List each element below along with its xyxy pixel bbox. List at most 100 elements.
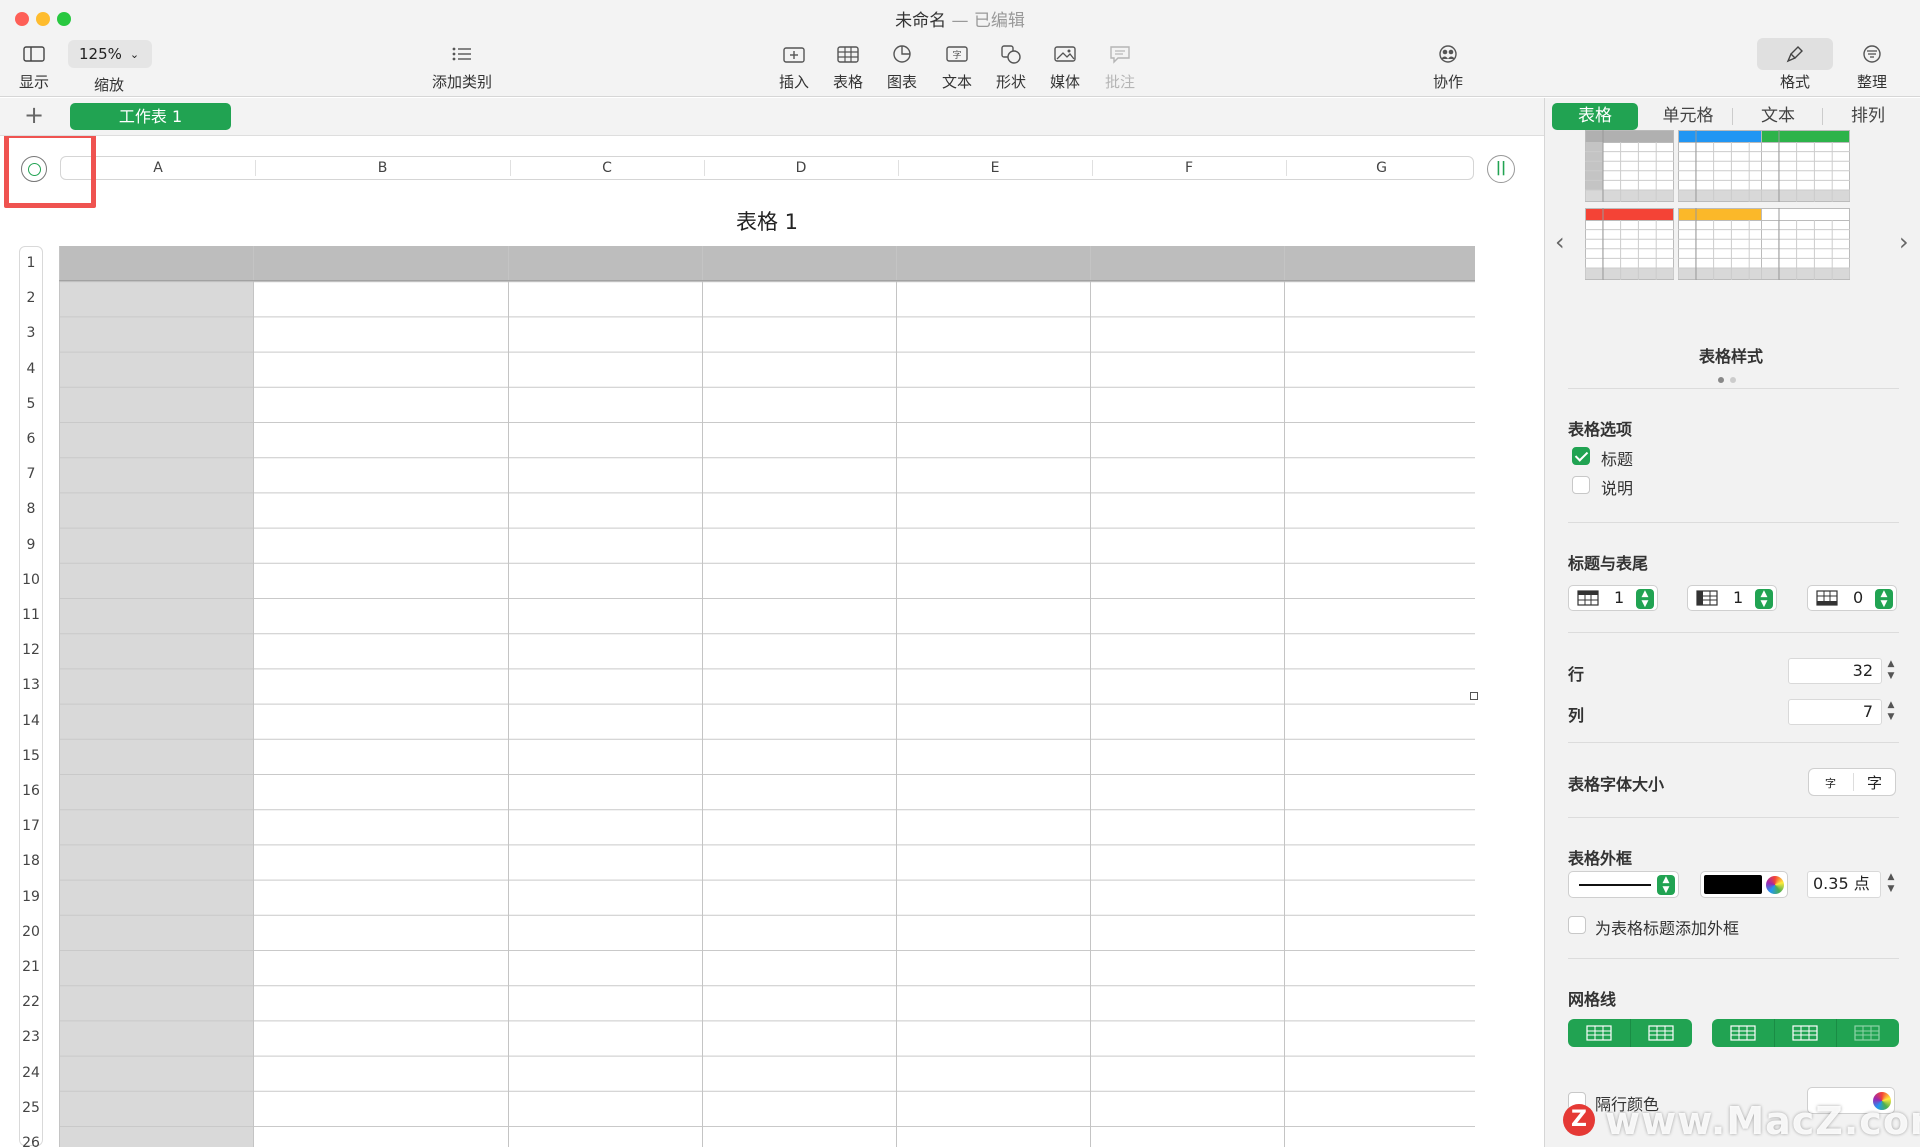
row-header-20[interactable]: 20 [20,924,42,940]
document-name: 未命名 [895,11,947,31]
column-header-f[interactable]: F [1092,157,1286,179]
row-header-6[interactable]: 6 [20,431,42,447]
header-cols-stepper[interactable]: 1 ▲ ▼ [1687,585,1777,611]
tab-table[interactable]: 表格 [1552,103,1638,130]
table-title[interactable]: 表格 1 [60,206,1474,236]
table-style-thumbnail[interactable] [1585,130,1674,202]
tab-cell[interactable]: 单元格 [1645,103,1731,130]
row-header-25[interactable]: 25 [20,1100,42,1116]
row-header-15[interactable]: 15 [20,748,42,764]
row-header-17[interactable]: 17 [20,818,42,834]
divider [1568,388,1899,389]
add-sheet-button[interactable]: + [24,100,44,130]
row-header-9[interactable]: 9 [20,537,42,553]
tab-text[interactable]: 文本 [1735,103,1821,130]
footer-rows-stepper[interactable]: 0 ▲ ▼ [1807,585,1897,611]
row-header-10[interactable]: 10 [20,572,42,588]
row-header-26[interactable]: 26 [20,1135,42,1147]
gridlines-title: 网格线 [1568,990,1617,1009]
spreadsheet-canvas[interactable]: ABCDEFG || 表格 1 1 2 3 4 5 6 7 8 9 10 11 12 13 14 15 16 1… [0,136,1544,1147]
caption-checkbox[interactable] [1572,476,1590,494]
line-style-select[interactable]: ▲ ▼ [1568,871,1679,898]
footer-gridlines-icon[interactable] [1854,1025,1880,1045]
increase-font-button[interactable]: 字 [1867,772,1882,793]
tab-arrange[interactable]: 排列 [1825,103,1911,130]
header-row-fill [59,246,1475,282]
horizontal-gridlines-icon[interactable] [1586,1025,1612,1045]
page-dots[interactable] [1718,368,1742,387]
headers-footers-title: 标题与表尾 [1568,554,1649,573]
footer-rows-value: 0 [1853,588,1864,607]
row-header-11[interactable]: 11 [20,607,42,623]
row-header-5[interactable]: 5 [20,396,42,412]
vertical-gridlines-icon[interactable] [1648,1025,1674,1045]
table-style-thumbnail[interactable] [1761,208,1850,280]
organize-icon [1862,40,1882,68]
row-header-13[interactable]: 13 [20,677,42,693]
cols-field[interactable]: 7 [1788,699,1882,725]
row-header-16[interactable]: 16 [20,783,42,799]
row-header-1[interactable]: 1 [20,255,42,271]
color-swatch [1704,875,1762,894]
collaborate-button[interactable]: 协作 [1416,40,1480,92]
chevron-right-icon[interactable]: › [1899,228,1909,256]
row-header-23[interactable]: 23 [20,1029,42,1045]
table-options-title: 表格选项 [1568,420,1633,439]
organize-button[interactable]: 整理 [1840,40,1904,92]
stepper-arrows-icon[interactable]: ▲ ▼ [1657,875,1675,895]
window-title: 未命名 — 已编辑 [0,6,1920,31]
table-style-thumbnail[interactable] [1761,130,1850,202]
row-header-3[interactable]: 3 [20,325,42,341]
collaborate-icon [1436,40,1460,68]
outline-width-stepper-icon[interactable]: ▲ ▼ [1884,871,1898,897]
format-button[interactable]: 格式 [1763,40,1827,92]
chevron-left-icon[interactable]: ‹ [1555,228,1565,256]
row-header-18[interactable]: 18 [20,853,42,869]
resize-handle[interactable] [1470,692,1478,700]
view-button[interactable]: 显示 [2,40,66,92]
table-style-thumbnail[interactable] [1585,208,1674,280]
shape-label: 形状 [995,73,1026,91]
stepper-arrows-icon[interactable]: ▲ ▼ [1636,589,1654,609]
row-header-24[interactable]: 24 [20,1065,42,1081]
decrease-font-button[interactable]: 字 [1825,775,1836,791]
zoom-select[interactable]: 125% ⌄ [68,40,152,68]
row-header-2[interactable]: 2 [20,290,42,306]
table-style-thumbnail[interactable] [1678,130,1767,202]
column-header-d[interactable]: D [704,157,898,179]
table-style-thumbnail[interactable] [1678,208,1767,280]
outline-width-field[interactable]: 0.35 点 [1807,871,1881,898]
cols-stepper-icon[interactable]: ▲ ▼ [1884,699,1898,725]
comment-button[interactable]: 批注 [1088,40,1152,92]
row-header-19[interactable]: 19 [20,889,42,905]
rows-field[interactable]: 32 [1788,658,1882,684]
stepper-arrows-icon[interactable]: ▲ ▼ [1755,589,1773,609]
column-header-c[interactable]: C [510,157,704,179]
header-rows-stepper[interactable]: 1 ▲ ▼ [1568,585,1658,611]
line-style-preview [1579,884,1651,886]
row-header-21[interactable]: 21 [20,959,42,975]
table-label: 表格 [832,73,863,91]
sheet-tab-active[interactable]: 工作表 1 [70,103,231,130]
header-col-gridlines-icon[interactable] [1792,1025,1818,1045]
column-header-b[interactable]: B [255,157,510,179]
row-header-22[interactable]: 22 [20,994,42,1010]
add-column-handle[interactable]: || [1487,155,1515,183]
column-header-e[interactable]: E [898,157,1092,179]
row-header-14[interactable]: 14 [20,713,42,729]
column-header-g[interactable]: G [1286,157,1477,179]
title-outline-checkbox[interactable] [1568,916,1586,934]
add-category-button[interactable]: 添加类别 [422,40,502,92]
color-wheel-icon[interactable] [1766,876,1784,894]
row-header-12[interactable]: 12 [20,642,42,658]
rows-stepper-icon[interactable]: ▲ ▼ [1884,658,1898,684]
view-label: 显示 [18,73,49,91]
title-checkbox[interactable] [1572,447,1590,465]
stepper-arrows-icon[interactable]: ▲ ▼ [1875,589,1893,609]
outline-color-well[interactable] [1700,871,1788,898]
row-header-8[interactable]: 8 [20,501,42,517]
row-header-7[interactable]: 7 [20,466,42,482]
row-header-4[interactable]: 4 [20,361,42,377]
header-row-gridlines-icon[interactable] [1730,1025,1756,1045]
table-grid[interactable] [59,246,1475,1147]
